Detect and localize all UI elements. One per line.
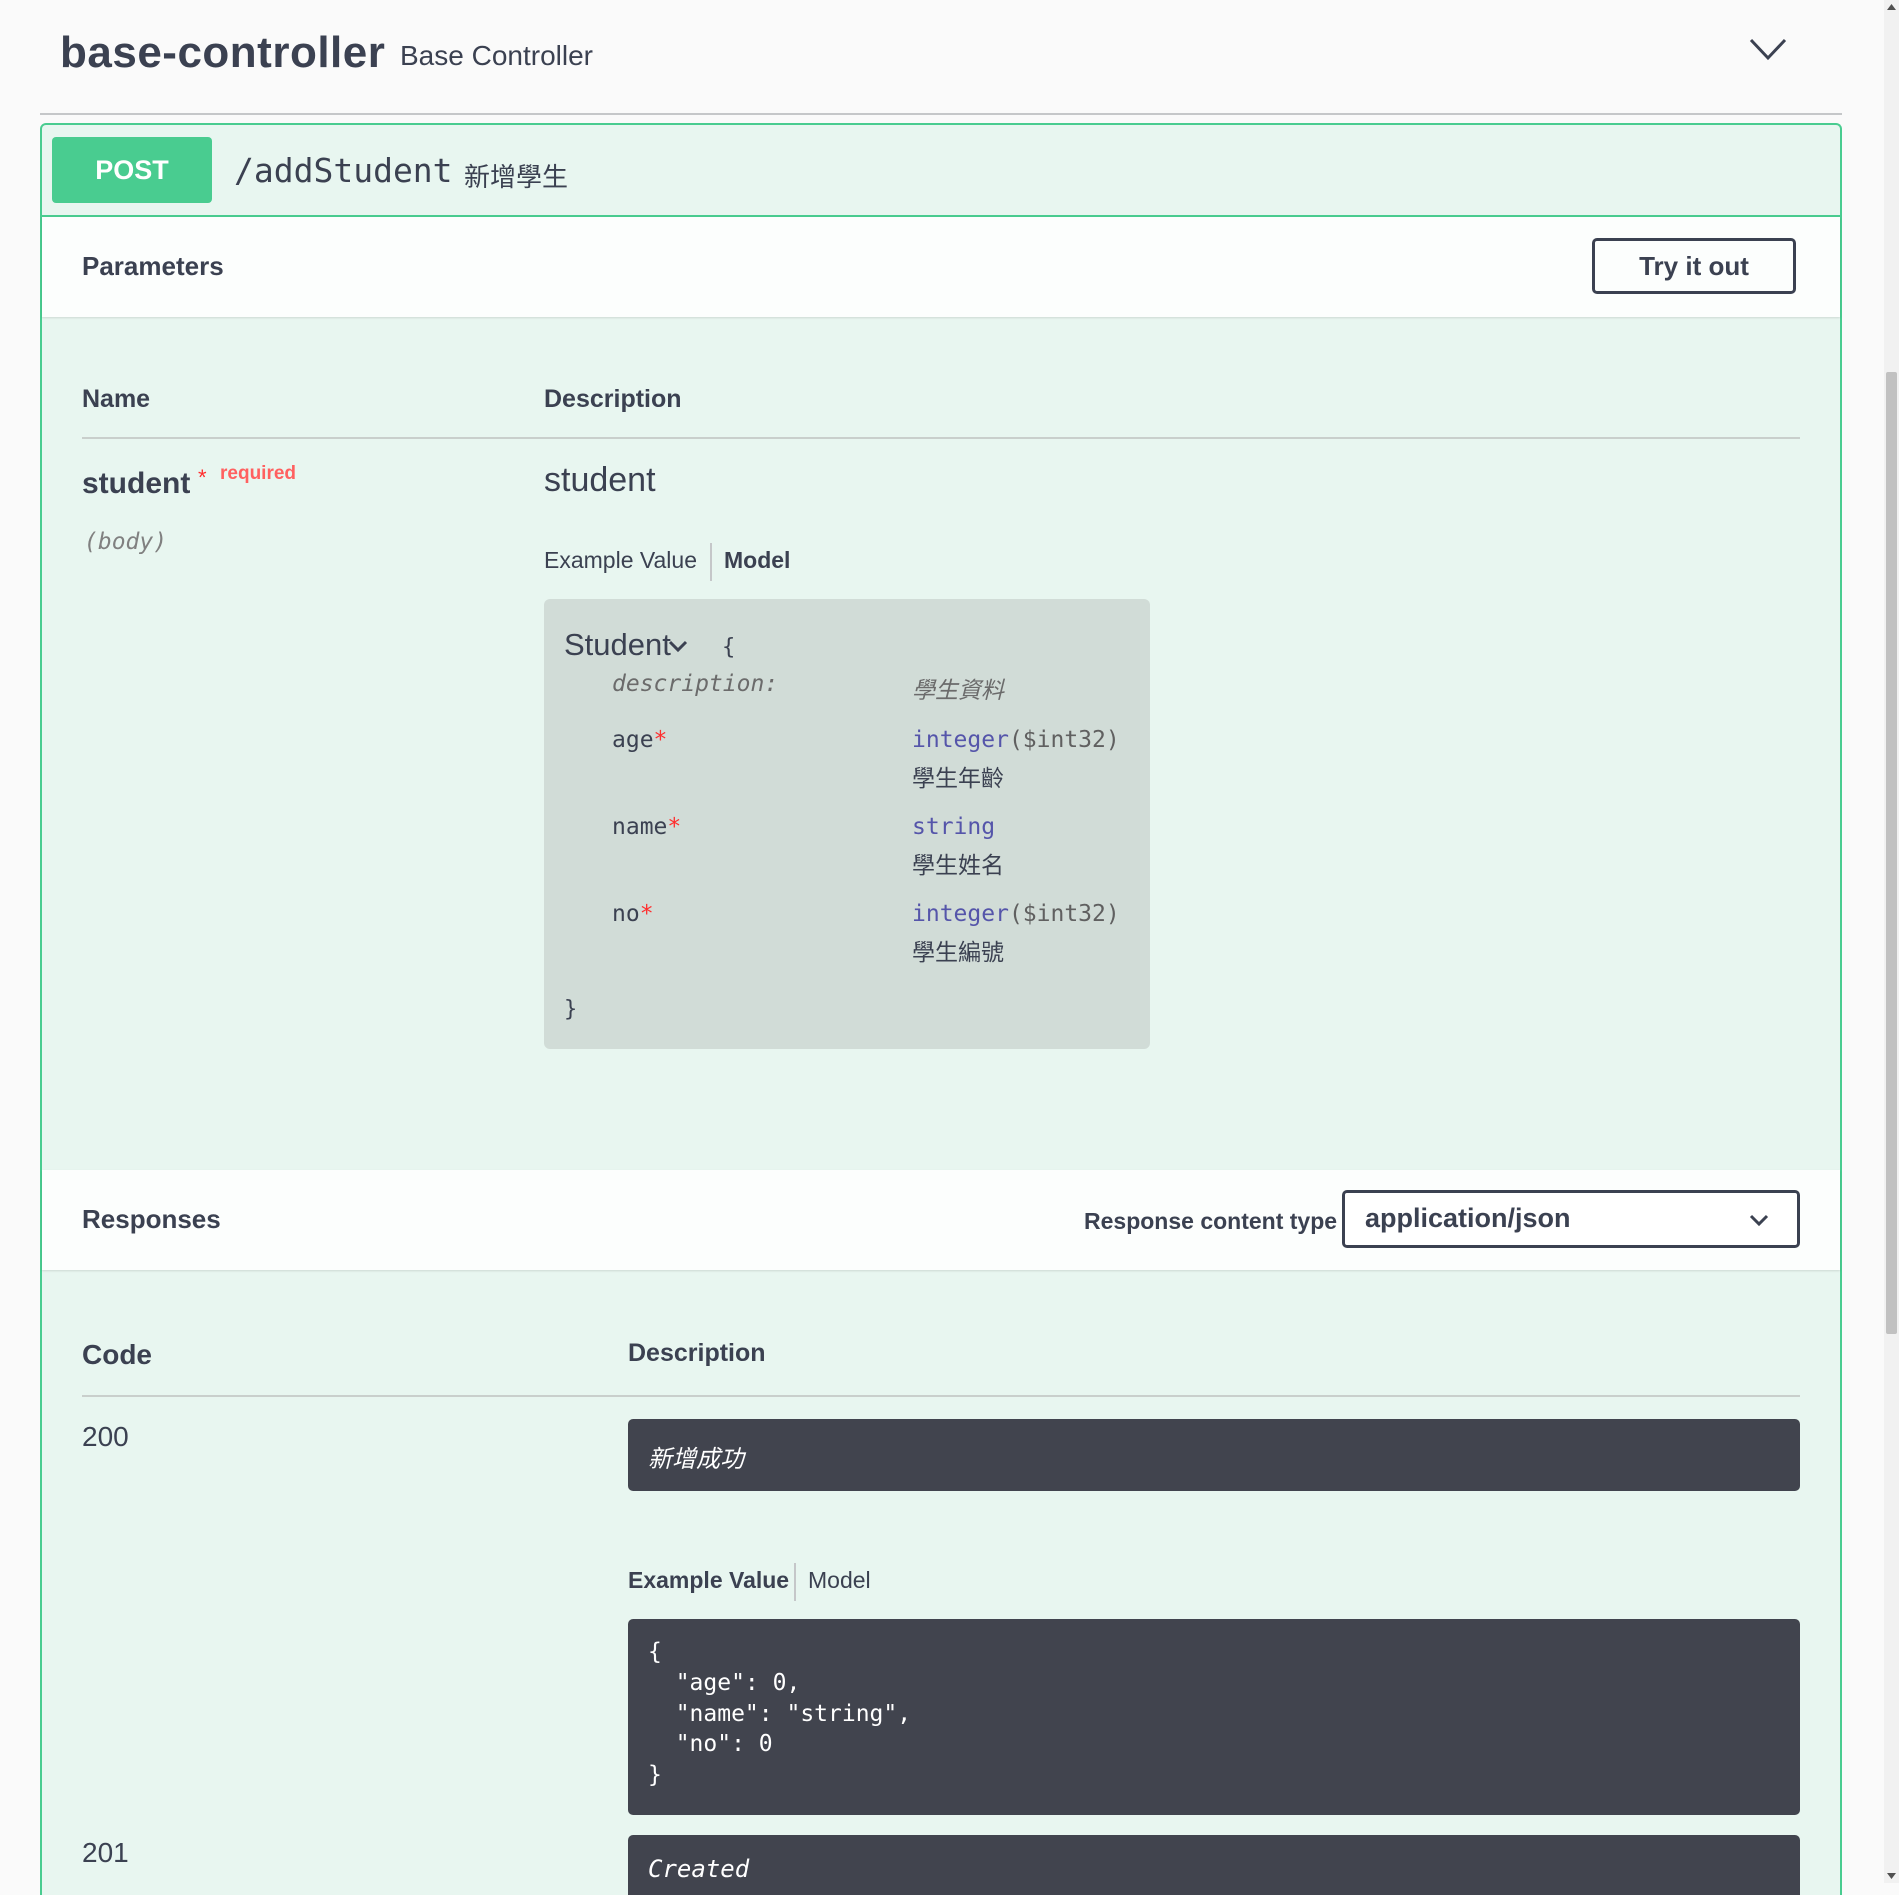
prop-key-name: name* [612,814,682,840]
parameters-title: Parameters [82,251,224,281]
scrollbar-thumb[interactable] [1886,372,1897,1334]
param-col-name: Name [82,385,151,413]
response-content-type-select[interactable]: application/json [1342,1190,1800,1248]
prop-desc-age: 學生年齡 [912,765,1004,791]
required-label: required [220,463,297,484]
model-title[interactable]: Student [564,627,671,663]
model-open-brace: { [722,635,736,660]
scroll-down-icon[interactable] [1886,1871,1897,1881]
prop-type-age: integer($int32) [912,727,1120,753]
response-code: 201 [82,1837,129,1868]
prop-key-no: no* [612,901,654,927]
param-description: student [544,461,656,499]
param-location: (body) [84,529,168,555]
code-line: "name": "string", [648,1701,912,1727]
parameters-header: Parameters Try it out [42,217,1840,317]
prop-desc-no: 學生編號 [912,939,1004,965]
method-badge: POST [52,137,212,203]
resp-col-description: Description [628,1339,766,1367]
tag-header[interactable]: base-controller Base Controller [40,0,1842,115]
model-description-value: 學生資料 [912,677,1004,703]
scroll-up-icon[interactable] [1886,2,1897,12]
responses-header: Responses Response content type applicat… [42,1170,1840,1270]
operation-summary[interactable]: POST /addStudent 新增學生 [42,125,1840,217]
operation-block: POST /addStudent 新增學生 Parameters Try it … [40,123,1842,1895]
tab-model[interactable]: Model [808,1567,871,1594]
code-line: { [648,1639,662,1665]
tab-example-value[interactable]: Example Value [544,547,697,574]
tab-example-value[interactable]: Example Value [628,1567,789,1594]
prop-type-no: integer($int32) [912,901,1120,927]
prop-desc-name: 學生姓名 [912,852,1004,878]
resp-col-code: Code [82,1339,152,1370]
response-code: 200 [82,1421,129,1452]
chevron-down-icon [1749,1214,1769,1227]
response-description-box: 新增成功 [628,1419,1800,1491]
code-line: "age": 0, [648,1670,801,1696]
response-content-type-label: Response content type [1084,1208,1338,1234]
try-it-out-button[interactable]: Try it out [1592,238,1796,294]
tag-description: Base Controller [400,40,593,71]
chevron-down-icon[interactable] [1748,34,1788,64]
response-content-type-value: application/json [1365,1203,1571,1233]
prop-type-name: string [912,814,996,840]
tab-divider [794,1563,796,1601]
chevron-down-icon[interactable] [668,639,688,653]
tag-name: base-controller [60,28,386,77]
code-line: } [648,1762,662,1788]
responses-title: Responses [82,1204,221,1234]
response-description-box: Created [628,1835,1800,1895]
param-name: student [82,467,191,500]
response-example-code: { "age": 0, "name": "string", "no": 0 } [628,1619,1800,1815]
tab-divider [710,543,712,581]
code-line: "no": 0 [648,1731,773,1757]
model-close-brace: } [564,997,578,1022]
response-description: 新增成功 [648,1446,744,1473]
required-star: * [198,465,207,490]
model-description-key: description: [612,671,779,697]
param-col-description: Description [544,385,682,413]
prop-key-age: age* [612,727,668,753]
response-description: Created [648,1855,750,1883]
operation-path: /addStudent [234,151,453,190]
resp-header-divider [82,1395,1800,1397]
model-box: Student { description: 學生資料 age* integer… [544,599,1150,1049]
tab-model[interactable]: Model [724,547,790,574]
operation-summary-text: 新增學生 [464,162,569,192]
param-header-divider [82,437,1800,439]
